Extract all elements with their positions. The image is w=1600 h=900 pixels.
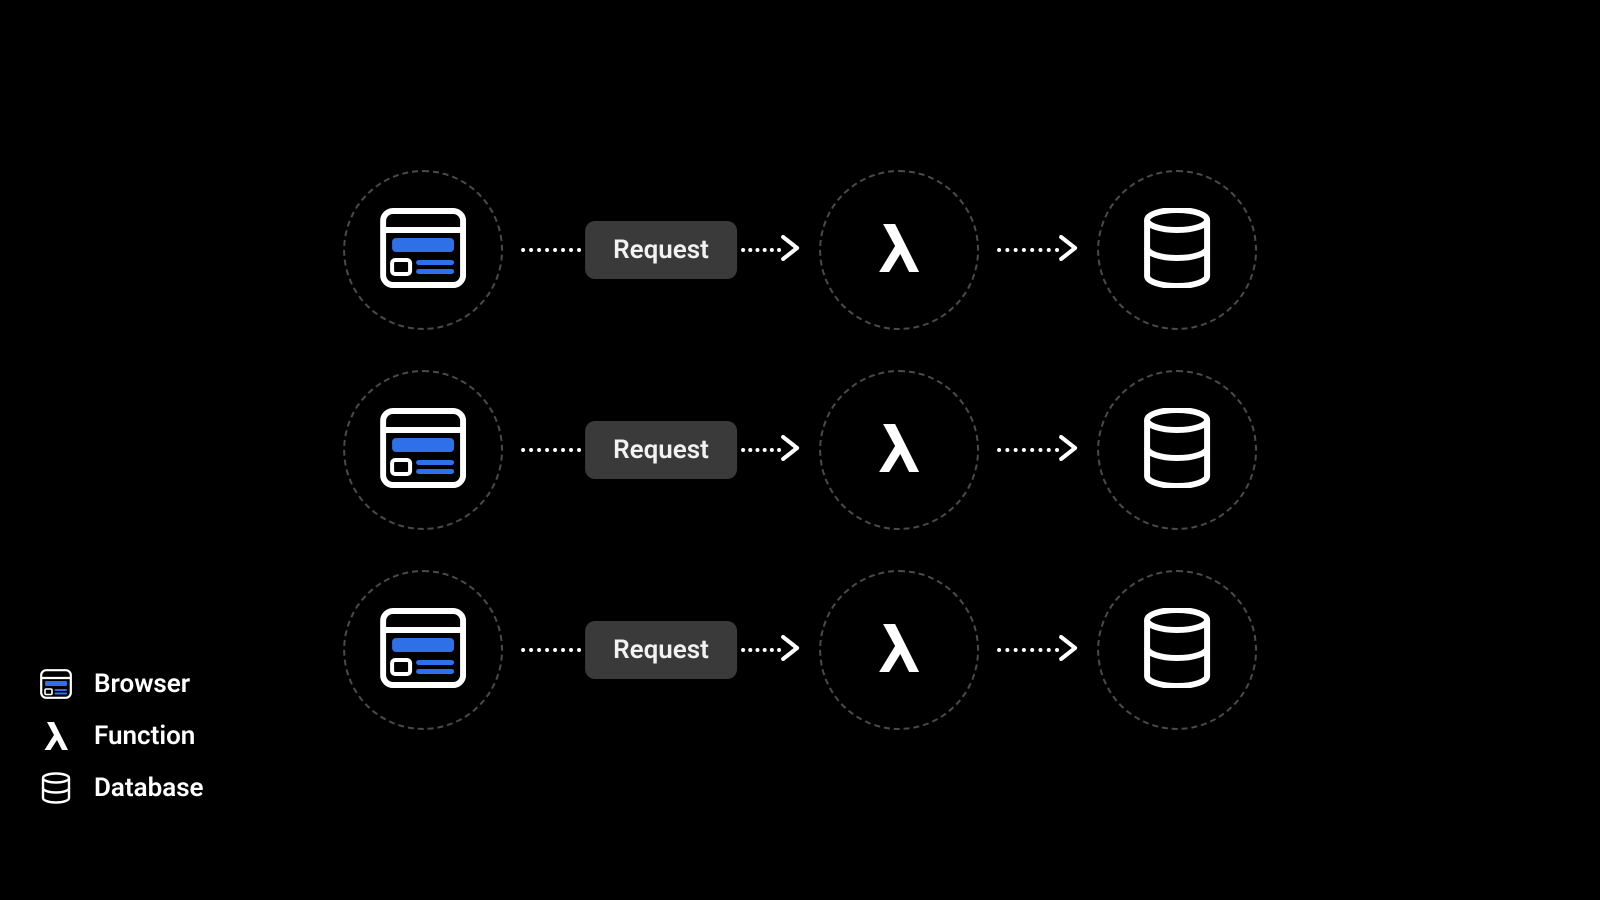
legend-item-browser: Browser <box>40 668 204 700</box>
function-node <box>819 370 979 530</box>
arrowhead-icon <box>781 635 801 665</box>
database-node <box>1097 570 1257 730</box>
browser-icon <box>380 208 466 292</box>
flow-row: Request <box>343 370 1257 530</box>
arrow-browser-to-function: Request <box>503 621 819 679</box>
legend-label: Browser <box>94 669 190 699</box>
arrow-browser-to-function: Request <box>503 221 819 279</box>
arrow-function-to-database <box>979 435 1097 465</box>
database-node <box>1097 170 1257 330</box>
arrowhead-icon <box>781 235 801 265</box>
arrow-function-to-database <box>979 235 1097 265</box>
database-icon <box>40 772 72 804</box>
request-badge: Request <box>585 221 737 279</box>
arrow-function-to-database <box>979 635 1097 665</box>
request-badge: Request <box>585 421 737 479</box>
lambda-icon <box>40 720 72 752</box>
legend-label: Function <box>94 721 195 751</box>
legend-item-function: Function <box>40 720 204 752</box>
database-icon <box>1142 608 1212 692</box>
legend-item-database: Database <box>40 772 204 804</box>
request-badge: Request <box>585 621 737 679</box>
function-node <box>819 170 979 330</box>
browser-node <box>343 370 503 530</box>
architecture-diagram: Request Request <box>343 170 1257 730</box>
database-node <box>1097 370 1257 530</box>
browser-icon <box>380 408 466 492</box>
database-icon <box>1142 408 1212 492</box>
browser-node <box>343 170 503 330</box>
legend: Browser Function Database <box>40 668 204 804</box>
arrowhead-icon <box>1059 235 1079 265</box>
arrowhead-icon <box>781 435 801 465</box>
lambda-icon <box>874 420 924 480</box>
database-icon <box>1142 208 1212 292</box>
arrowhead-icon <box>1059 635 1079 665</box>
arrow-browser-to-function: Request <box>503 421 819 479</box>
arrowhead-icon <box>1059 435 1079 465</box>
lambda-icon <box>874 620 924 680</box>
legend-label: Database <box>94 773 204 803</box>
browser-icon <box>380 608 466 692</box>
flow-row: Request <box>343 170 1257 330</box>
function-node <box>819 570 979 730</box>
browser-icon <box>40 668 72 700</box>
browser-node <box>343 570 503 730</box>
lambda-icon <box>874 220 924 280</box>
flow-row: Request <box>343 570 1257 730</box>
